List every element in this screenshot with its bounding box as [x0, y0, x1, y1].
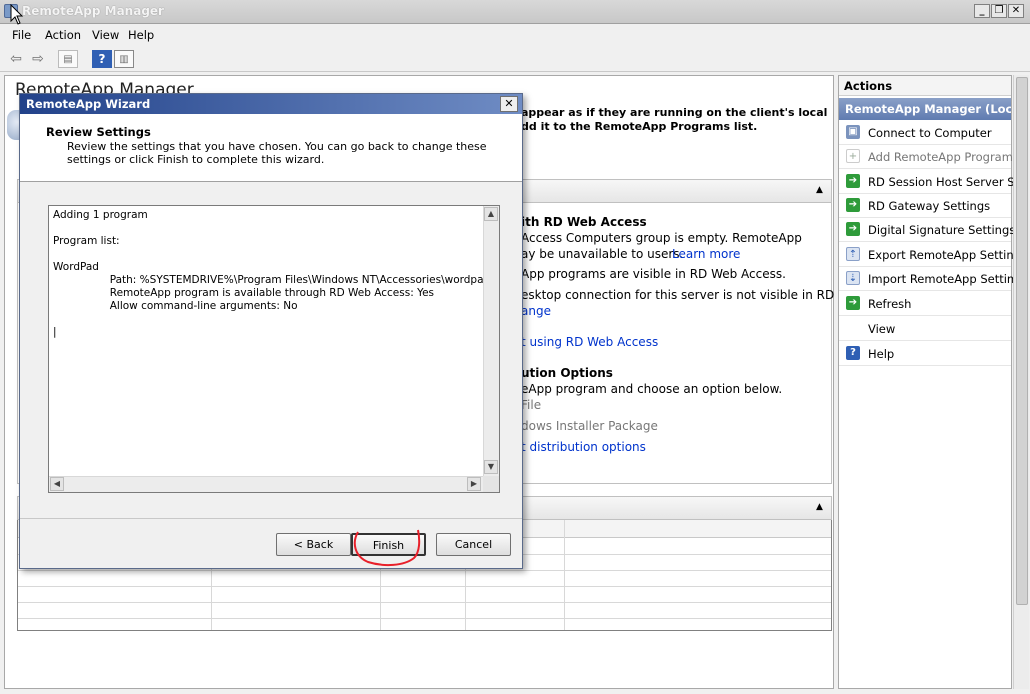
actions-panel: Actions RemoteApp Manager (Loc... ▣ Conn…	[838, 75, 1027, 689]
table-row-divider	[18, 618, 831, 619]
table-row-divider	[18, 570, 831, 571]
table-row-divider	[18, 586, 831, 587]
refresh-icon: ➔	[846, 296, 860, 310]
close-icon[interactable]: ✕	[1008, 4, 1024, 18]
textbox-horizontal-scrollbar[interactable]: ◀ ▶	[49, 476, 483, 492]
help-toolbar-icon[interactable]: ?	[92, 50, 112, 68]
menu-bar: File Action View Help	[0, 24, 1030, 46]
wizard-titlebar: RemoteApp Wizard ✕	[20, 94, 522, 114]
close-icon[interactable]: ✕	[500, 96, 518, 112]
remoteapp-wizard-dialog: RemoteApp Wizard ✕ Review Settings Revie…	[19, 93, 523, 569]
action-export-remoteapp-settings[interactable]: ⇡ Export RemoteApp Settings	[839, 243, 1027, 267]
table-row-divider	[18, 602, 831, 603]
menu-file[interactable]: File	[12, 28, 31, 42]
import-icon: ⇣	[846, 271, 860, 285]
learn-more-link[interactable]: Learn more	[672, 247, 740, 261]
rd-web-access-link[interactable]: t using RD Web Access	[521, 335, 658, 349]
forward-arrow-icon[interactable]: ⇨	[28, 50, 48, 68]
menu-view[interactable]: View	[92, 28, 119, 42]
action-digital-signature-settings[interactable]: ➔ Digital Signature Settings	[839, 218, 1015, 242]
wizard-separator	[20, 518, 522, 519]
distribution-line-1: eApp program and choose an option below.	[521, 382, 783, 396]
actions-group-header[interactable]: RemoteApp Manager (Loc...	[839, 98, 1011, 120]
window-titlebar: RemoteApp Manager _ ❐ ✕	[0, 0, 1030, 24]
installer-option[interactable]: dows Installer Package	[521, 419, 658, 433]
wizard-heading: Review Settings	[46, 125, 151, 139]
computer-icon: ▣	[846, 125, 860, 139]
cancel-button[interactable]: Cancel	[436, 533, 511, 556]
export-icon: ⇡	[846, 247, 860, 261]
mouse-cursor-icon	[10, 4, 24, 25]
finish-annotation-circle	[353, 529, 421, 567]
scroll-up-icon[interactable]: ▲	[484, 207, 498, 221]
menu-action[interactable]: Action	[45, 28, 81, 42]
scroll-right-icon[interactable]: ▶	[467, 477, 481, 491]
review-settings-text: Adding 1 program Program list: WordPad P…	[53, 209, 483, 338]
minimize-icon[interactable]: _	[974, 4, 990, 18]
green-arrow-icon: ➔	[846, 222, 860, 236]
wizard-description: Review the settings that you have chosen…	[67, 140, 487, 166]
scrollbar-thumb[interactable]	[1016, 77, 1028, 605]
action-import-remoteapp-settings[interactable]: ⇣ Import RemoteApp Settings	[839, 267, 1027, 291]
web-access-line-1: Access Computers group is empty. RemoteA…	[521, 231, 802, 245]
rdp-file-option[interactable]: File	[521, 398, 541, 412]
action-rd-session-host-settings[interactable]: ➔ RD Session Host Server S...	[839, 170, 1026, 194]
action-add-remoteapp-programs[interactable]: + Add RemoteApp Programs	[839, 145, 1019, 169]
back-button[interactable]: < Back	[276, 533, 351, 556]
distribution-heading: ution Options	[521, 366, 613, 380]
add-program-icon: +	[846, 149, 860, 163]
scroll-down-icon[interactable]: ▼	[484, 460, 498, 474]
action-refresh[interactable]: ➔ Refresh	[839, 292, 1011, 316]
action-connect-to-computer[interactable]: ▣ Connect to Computer	[839, 121, 1011, 145]
intro-line-1: appear as if they are running on the cli…	[521, 106, 828, 119]
restore-icon[interactable]: ❐	[991, 4, 1007, 18]
table-col-divider	[564, 520, 565, 630]
scrollbar-corner	[483, 476, 499, 492]
window-title: RemoteApp Manager	[22, 4, 164, 18]
actions-header: Actions	[839, 76, 1011, 96]
green-arrow-icon: ➔	[846, 198, 860, 212]
window-scrollbar[interactable]	[1013, 75, 1029, 689]
wizard-header: Review Settings Review the settings that…	[20, 114, 522, 182]
web-access-line-3: App programs are visible in RD Web Acces…	[521, 267, 786, 281]
change-link[interactable]: ange	[521, 304, 551, 318]
help-icon: ?	[846, 346, 860, 360]
action-view[interactable]: View	[839, 317, 1011, 341]
action-rd-gateway-settings[interactable]: ➔ RD Gateway Settings	[839, 194, 1011, 218]
menu-help[interactable]: Help	[128, 28, 154, 42]
action-help[interactable]: ? Help	[839, 342, 1011, 366]
collapse-icon[interactable]: ▲	[816, 185, 823, 195]
back-arrow-icon[interactable]: ⇦	[6, 50, 26, 68]
toolbar: ⇦ ⇨ ▤ ? ▥	[0, 46, 1030, 72]
web-access-line-4: esktop connection for this server is not…	[521, 288, 865, 302]
green-arrow-icon: ➔	[846, 174, 860, 188]
web-access-line-2: ay be unavailable to users.	[521, 247, 684, 261]
review-settings-textbox[interactable]: Adding 1 program Program list: WordPad P…	[48, 205, 500, 493]
console-tree-icon[interactable]: ▤	[58, 50, 78, 68]
action-pane-icon[interactable]: ▥	[114, 50, 134, 68]
intro-line-2: dd it to the RemoteApp Programs list.	[521, 120, 758, 133]
distribution-options-link[interactable]: t distribution options	[521, 440, 646, 454]
web-access-heading: ith RD Web Access	[521, 215, 647, 229]
wizard-title: RemoteApp Wizard	[26, 97, 151, 111]
collapse-icon[interactable]: ▲	[816, 502, 823, 512]
textbox-vertical-scrollbar[interactable]: ▲ ▼	[483, 206, 499, 476]
scroll-left-icon[interactable]: ◀	[50, 477, 64, 491]
